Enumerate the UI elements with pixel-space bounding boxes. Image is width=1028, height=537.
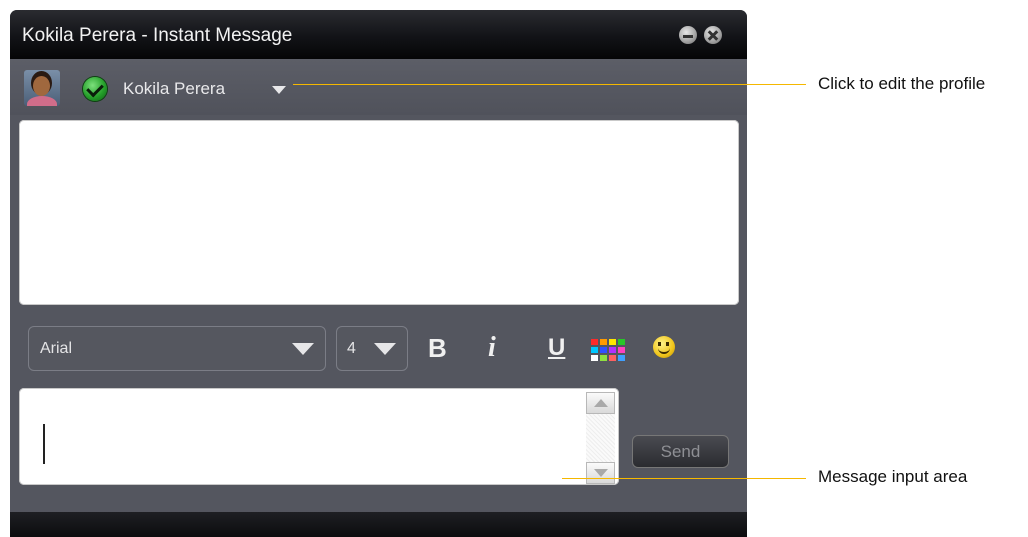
chevron-down-icon[interactable]: [272, 86, 286, 94]
instant-message-window: Kokila Perera - Instant Message Kokila P…: [10, 10, 747, 537]
chevron-down-icon: [292, 343, 314, 355]
color-swatch: [609, 339, 616, 345]
smiley-icon[interactable]: [653, 336, 675, 358]
color-swatch: [600, 347, 607, 353]
italic-button[interactable]: i: [488, 333, 510, 363]
color-swatch: [618, 339, 625, 345]
chevron-down-icon: [374, 343, 396, 355]
font-family-value: Arial: [40, 340, 73, 357]
chat-history[interactable]: [19, 120, 739, 305]
profile-callout-line: [293, 84, 806, 85]
status-bar: [10, 512, 747, 537]
color-swatch: [618, 347, 625, 353]
input-callout-label: Message input area: [818, 467, 968, 486]
message-input[interactable]: [19, 388, 619, 485]
scroll-up-icon[interactable]: [586, 392, 615, 414]
title-bar[interactable]: Kokila Perera - Instant Message: [10, 10, 747, 59]
color-swatch: [600, 339, 607, 345]
color-swatch: [591, 355, 598, 361]
underline-button[interactable]: U: [548, 333, 572, 367]
text-cursor: [43, 424, 45, 464]
color-swatch: [609, 347, 616, 353]
color-swatch: [591, 339, 598, 345]
minimize-icon[interactable]: [679, 26, 697, 44]
color-swatch: [600, 355, 607, 361]
profile-bar[interactable]: Kokila Perera: [10, 59, 747, 115]
close-icon[interactable]: [704, 26, 722, 44]
input-callout-line: [562, 478, 806, 479]
profile-name[interactable]: Kokila Perera: [123, 79, 225, 99]
window-title: Kokila Perera - Instant Message: [22, 25, 293, 46]
color-swatch: [618, 355, 625, 361]
send-button[interactable]: Send: [632, 435, 729, 468]
font-size-value: 4: [347, 340, 356, 357]
check-circle-icon[interactable]: [83, 77, 107, 101]
profile-callout-label: Click to edit the profile: [818, 74, 986, 93]
color-swatch: [609, 355, 616, 361]
bold-button[interactable]: B: [428, 333, 454, 363]
avatar[interactable]: [24, 70, 60, 106]
scroll-down-icon[interactable]: [586, 462, 615, 484]
font-family-select[interactable]: Arial: [28, 326, 326, 371]
color-swatch: [591, 347, 598, 353]
font-size-select[interactable]: 4: [336, 326, 408, 371]
text-color-button[interactable]: [591, 339, 625, 363]
scrollbar[interactable]: [586, 392, 615, 484]
